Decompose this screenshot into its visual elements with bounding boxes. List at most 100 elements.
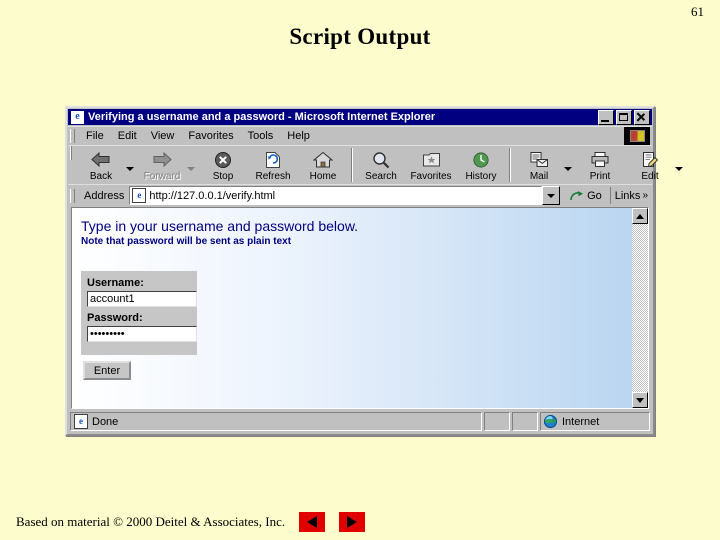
globe-icon xyxy=(544,415,557,428)
scroll-up-icon xyxy=(636,213,644,219)
next-slide-button[interactable] xyxy=(339,512,366,532)
chevron-down-icon xyxy=(547,193,556,198)
history-icon xyxy=(472,150,490,170)
toolbar-button-back[interactable]: Back xyxy=(76,146,126,184)
page-note: Note that password will be sent as plain… xyxy=(81,236,292,247)
username-input[interactable]: account1 xyxy=(87,291,197,307)
printer-icon xyxy=(590,150,610,170)
links-label: Links xyxy=(614,189,641,202)
browser-viewport: Type in your username and password below… xyxy=(71,207,649,409)
toolbar-button-mail[interactable]: Mail xyxy=(514,146,564,184)
toolbar-label-home: Home xyxy=(309,170,337,182)
toolbar-label-back: Back xyxy=(89,170,113,182)
scroll-down-button[interactable] xyxy=(632,392,648,408)
slide-footer: Based on material © 2000 Deitel & Associ… xyxy=(16,512,366,532)
toolbar-label-history: History xyxy=(465,170,497,182)
username-label: Username: xyxy=(87,277,144,289)
toolbar-button-stop[interactable]: Stop xyxy=(198,146,248,184)
mail-icon xyxy=(529,150,549,170)
password-input[interactable]: ••••••••• xyxy=(87,326,197,342)
menu-item-view[interactable]: View xyxy=(144,128,182,144)
status-bar: e Done Internet xyxy=(70,412,650,431)
toolbar-button-home[interactable]: Home xyxy=(298,146,348,184)
slide-page-number: 61 xyxy=(691,4,704,19)
menu-item-edit[interactable]: Edit xyxy=(111,128,144,144)
previous-slide-button[interactable] xyxy=(299,512,326,532)
status-message: e Done xyxy=(70,412,482,431)
address-url-text: http://127.0.0.1/verify.html xyxy=(149,189,276,202)
page-heading: Type in your username and password below… xyxy=(81,218,359,234)
window-title: Verifying a username and a password - Mi… xyxy=(88,111,436,123)
menu-bar: File Edit View Favorites Tools Help xyxy=(68,126,652,145)
toolbar-button-favorites[interactable]: Favorites xyxy=(406,146,456,184)
page-title: Script Output xyxy=(289,24,431,49)
back-dropdown-icon[interactable] xyxy=(126,167,134,171)
copyright-credit: Based on material © 2000 Deitel & Associ… xyxy=(16,514,286,529)
home-icon xyxy=(313,150,333,170)
toolbar-overflow-icon[interactable] xyxy=(675,167,683,171)
chevron-double-right-icon: » xyxy=(642,190,648,201)
toolbar: Back Forward Stop Refresh Home Search Fa… xyxy=(68,145,683,184)
menu-item-file[interactable]: File xyxy=(79,128,111,144)
menu-item-favorites[interactable]: Favorites xyxy=(181,128,240,144)
address-label: Address xyxy=(84,189,125,202)
page-icon: e xyxy=(132,188,147,203)
address-bar: Address e http://127.0.0.1/verify.html G… xyxy=(68,184,652,208)
triangle-left-icon xyxy=(307,516,318,528)
go-arrow-icon xyxy=(570,190,584,202)
forward-dropdown-icon[interactable] xyxy=(187,167,195,171)
close-button[interactable] xyxy=(634,109,650,125)
web-page-content: Type in your username and password below… xyxy=(72,208,631,408)
toolbar-label-mail: Mail xyxy=(529,170,549,182)
toolbar-button-search[interactable]: Search xyxy=(356,146,406,184)
address-grip[interactable] xyxy=(70,188,75,203)
browser-window: e Verifying a username and a password - … xyxy=(65,106,683,436)
triangle-right-icon xyxy=(347,516,358,528)
scroll-down-icon xyxy=(636,397,644,403)
internet-explorer-icon: e xyxy=(70,109,85,125)
login-form: Username: account1 Password: ••••••••• xyxy=(81,271,197,355)
password-label: Password: xyxy=(87,312,143,324)
toolbar-label-favorites: Favorites xyxy=(410,170,452,182)
search-icon xyxy=(372,150,390,170)
favorites-star-icon xyxy=(422,150,441,170)
title-bar: e Verifying a username and a password - … xyxy=(68,109,652,125)
toolbar-button-forward[interactable]: Forward xyxy=(137,146,187,184)
toolbar-label-refresh: Refresh xyxy=(255,170,291,182)
menu-grip[interactable] xyxy=(70,129,75,143)
toolbar-label-print: Print xyxy=(589,170,611,182)
toolbar-separator-2 xyxy=(509,148,511,182)
links-button[interactable]: Links » xyxy=(609,187,652,204)
toolbar-label-search: Search xyxy=(365,170,397,182)
toolbar-label-edit: Edit xyxy=(641,170,659,182)
back-arrow-icon xyxy=(90,150,112,170)
window-controls xyxy=(598,109,651,125)
forward-arrow-icon xyxy=(151,150,173,170)
toolbar-button-edit[interactable]: Edit xyxy=(625,146,675,184)
stop-icon xyxy=(214,150,232,170)
toolbar-button-refresh[interactable]: Refresh xyxy=(248,146,298,184)
windows-logo-icon xyxy=(624,127,650,145)
toolbar-label-forward: Forward xyxy=(143,170,181,182)
go-button[interactable]: Go xyxy=(564,190,608,202)
scroll-up-button[interactable] xyxy=(632,208,648,224)
toolbar-grip[interactable] xyxy=(70,146,72,160)
maximize-button[interactable] xyxy=(616,109,632,125)
refresh-icon xyxy=(265,150,281,170)
toolbar-separator xyxy=(351,148,353,182)
status-text: Done xyxy=(92,415,119,428)
address-dropdown-button[interactable] xyxy=(542,186,561,205)
go-label: Go xyxy=(587,189,602,202)
vertical-scrollbar[interactable] xyxy=(632,208,648,408)
toolbar-button-history[interactable]: History xyxy=(456,146,506,184)
address-input[interactable]: e http://127.0.0.1/verify.html xyxy=(129,186,543,205)
page-doc-icon: e xyxy=(74,414,88,429)
toolbar-button-print[interactable]: Print xyxy=(575,146,625,184)
mail-dropdown-icon[interactable] xyxy=(564,167,572,171)
status-spacer-2 xyxy=(512,412,538,431)
menu-item-help[interactable]: Help xyxy=(280,128,317,144)
menu-item-tools[interactable]: Tools xyxy=(241,128,281,144)
minimize-button[interactable] xyxy=(598,109,614,125)
enter-button[interactable]: Enter xyxy=(83,361,131,380)
security-zone: Internet xyxy=(540,412,650,431)
